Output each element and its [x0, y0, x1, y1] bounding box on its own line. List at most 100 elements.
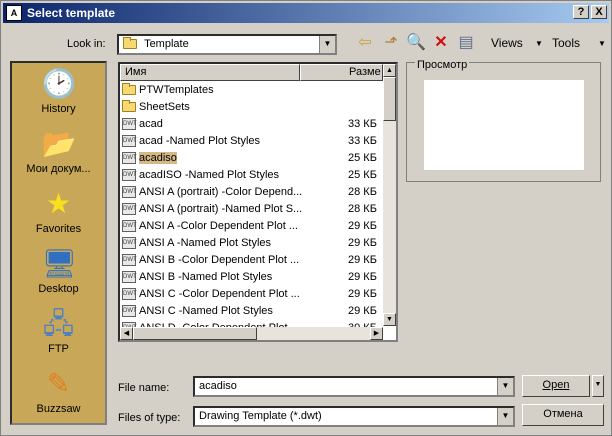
vertical-scroll-thumb[interactable]: [383, 77, 396, 121]
file-name-text: ANSI A (portrait) -Named Plot S...: [139, 203, 303, 215]
folder-icon: [122, 100, 136, 113]
file-size-text: 33 КБ: [348, 135, 377, 147]
places-bar: 🕑 History 📂 Мои докум... ★ Favorites 🖥 D…: [10, 61, 107, 425]
file-row[interactable]: DWT ANSI A (portrait) -Color Depend... 28 …: [120, 184, 382, 201]
history-icon: 🕑: [41, 68, 77, 99]
file-name-text: SheetSets: [139, 101, 190, 113]
place-desktop[interactable]: 🖥 Desktop: [12, 247, 105, 295]
file-size-text: 29 КБ: [348, 271, 377, 283]
file-size-text: 25 КБ: [348, 169, 377, 181]
place-buzzsaw[interactable]: ✎ Buzzsaw: [12, 367, 105, 415]
file-name-text: ANSI B -Color Dependent Plot ...: [139, 254, 300, 266]
dwt-file-icon: DWT: [122, 254, 137, 267]
dwt-file-icon: DWT: [122, 305, 137, 318]
preview-group: Просмотр: [406, 59, 601, 182]
new-folder-icon[interactable]: ▤: [456, 33, 476, 53]
delete-icon[interactable]: ✕: [431, 33, 451, 53]
horizontal-scrollbar[interactable]: ◀ ▶: [120, 327, 383, 340]
file-size-text: 29 КБ: [348, 220, 377, 232]
file-size-text: 29 КБ: [348, 305, 377, 317]
dwt-file-icon: DWT: [122, 288, 137, 301]
folder-icon: [123, 37, 137, 50]
buzzsaw-icon: ✎: [46, 368, 71, 399]
files-of-type-select[interactable]: Drawing Template (*.dwt) ▼: [193, 406, 515, 427]
preview-label: Просмотр: [415, 59, 470, 71]
file-name-text: ANSI A (portrait) -Color Depend...: [139, 186, 303, 198]
file-row[interactable]: DWT ANSI C -Named Plot Styles 29 КБ: [120, 303, 382, 320]
file-row[interactable]: SheetSets: [120, 99, 382, 116]
file-size-text: 25 КБ: [348, 152, 377, 164]
place-my-documents[interactable]: 📂 Мои докум...: [12, 127, 105, 175]
dwt-file-icon: DWT: [122, 135, 137, 148]
file-row[interactable]: DWT ANSI A (portrait) -Named Plot S... 28 …: [120, 201, 382, 218]
column-header-name[interactable]: Имя: [120, 64, 300, 81]
open-button[interactable]: Open: [522, 375, 590, 397]
ftp-icon: 🖧: [42, 308, 75, 339]
file-name-text: PTWTemplates: [139, 84, 214, 96]
file-row[interactable]: DWT ANSI B -Named Plot Styles 29 КБ: [120, 269, 382, 286]
chevron-down-icon[interactable]: ▼: [497, 408, 513, 425]
my-documents-icon: 📂: [41, 128, 77, 159]
file-row[interactable]: DWT ANSI A -Named Plot Styles 29 КБ: [120, 235, 382, 252]
dwt-file-icon: DWT: [122, 186, 137, 199]
file-row[interactable]: DWT ANSI A -Color Dependent Plot ... 29 КБ: [120, 218, 382, 235]
scroll-down-icon[interactable]: ▼: [383, 313, 396, 326]
file-row[interactable]: DWT acad -Named Plot Styles 33 КБ: [120, 133, 382, 150]
vertical-scrollbar[interactable]: ▲ ▼: [383, 64, 396, 326]
scroll-left-icon[interactable]: ◀: [120, 327, 133, 340]
chevron-down-icon[interactable]: ▼: [319, 36, 335, 53]
place-history[interactable]: 🕑 History: [12, 67, 105, 115]
chevron-down-icon[interactable]: ▼: [497, 378, 513, 395]
up-folder-icon[interactable]: ⬏: [381, 33, 401, 53]
tools-dropdown-icon[interactable]: ▼: [598, 39, 606, 48]
file-name-text: acadISO -Named Plot Styles: [139, 169, 280, 181]
search-web-icon[interactable]: 🔍: [406, 33, 426, 53]
file-size-text: 28 КБ: [348, 203, 377, 215]
file-row[interactable]: DWT ANSI B -Color Dependent Plot ... 29 КБ: [120, 252, 382, 269]
horizontal-scroll-thumb[interactable]: [133, 327, 257, 340]
help-button[interactable]: ?: [573, 5, 589, 19]
look-in-combo[interactable]: Template ▼: [117, 34, 337, 55]
file-row[interactable]: DWT acad 33 КБ: [120, 116, 382, 133]
open-dropdown-button[interactable]: ▼: [592, 375, 604, 397]
close-button[interactable]: X: [591, 5, 607, 19]
file-size-text: 29 КБ: [348, 254, 377, 266]
views-dropdown-icon[interactable]: ▼: [535, 39, 543, 48]
file-row[interactable]: DWT acadiso 25 КБ: [120, 150, 382, 167]
back-icon[interactable]: ⇦: [355, 33, 375, 53]
file-size-text: 29 КБ: [348, 237, 377, 249]
select-template-dialog: A Select template ? X Look in: Template …: [0, 0, 612, 436]
folder-icon: [122, 83, 136, 96]
dwt-file-icon: DWT: [122, 152, 137, 165]
favorites-icon: ★: [45, 188, 72, 219]
file-row[interactable]: PTWTemplates: [120, 82, 382, 99]
file-size-text: 28 КБ: [348, 186, 377, 198]
place-ftp[interactable]: 🖧 FTP: [12, 307, 105, 355]
file-row[interactable]: DWT ANSI C -Color Dependent Plot ... 29 КБ: [120, 286, 382, 303]
file-name-text: ANSI A -Named Plot Styles: [139, 237, 272, 249]
files-of-type-label: Files of type:: [118, 412, 181, 424]
file-list[interactable]: Имя Разме PTWTemplates SheetSets DWT acad 33…: [118, 62, 398, 342]
views-menu[interactable]: Views: [491, 36, 523, 50]
file-name-text: ANSI B -Named Plot Styles: [139, 271, 273, 283]
scroll-up-icon[interactable]: ▲: [383, 64, 396, 77]
place-favorites[interactable]: ★ Favorites: [12, 187, 105, 235]
file-name-label: File name:: [118, 382, 170, 394]
file-name-input[interactable]: acadiso ▼: [193, 376, 515, 397]
column-header-size[interactable]: Разме: [300, 64, 383, 81]
dwt-file-icon: DWT: [122, 271, 137, 284]
preview-image: [424, 80, 584, 170]
file-name-text: ANSI A -Color Dependent Plot ...: [139, 220, 298, 232]
cancel-button[interactable]: Отмена: [522, 404, 604, 426]
file-name-text: ANSI C -Named Plot Styles: [139, 305, 273, 317]
scroll-right-icon[interactable]: ▶: [370, 327, 383, 340]
file-name-text: acad: [139, 118, 163, 130]
desktop-icon: 🖥: [41, 248, 78, 279]
dwt-file-icon: DWT: [122, 203, 137, 216]
tools-menu[interactable]: Tools: [552, 36, 580, 50]
file-row[interactable]: DWT acadISO -Named Plot Styles 25 КБ: [120, 167, 382, 184]
file-name-text: acadiso: [139, 152, 177, 164]
file-size-text: 33 КБ: [348, 118, 377, 130]
window-title: Select template: [27, 6, 116, 20]
file-size-text: 29 КБ: [348, 288, 377, 300]
